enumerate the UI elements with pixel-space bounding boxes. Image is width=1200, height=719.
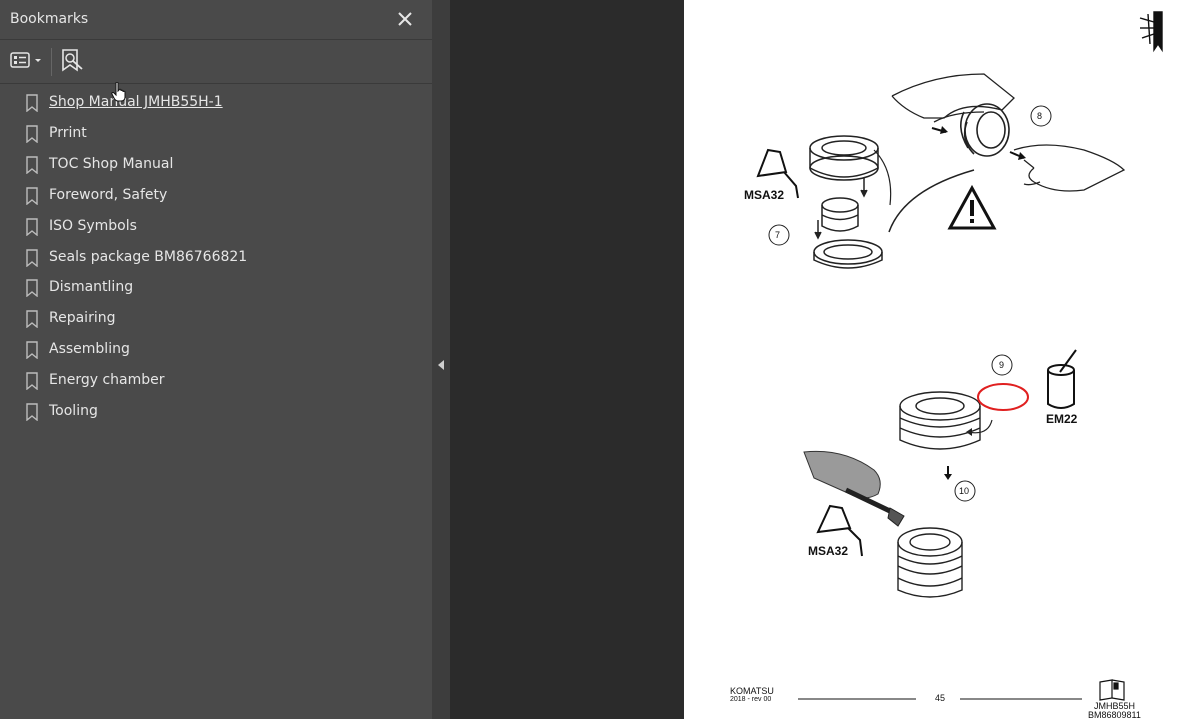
bookmark-item[interactable]: Tooling	[0, 397, 432, 427]
bookmark-label: Seals package BM86766821	[49, 249, 248, 265]
options-menu-button[interactable]	[8, 50, 46, 72]
bookmark-icon	[26, 403, 38, 421]
hands-illustration	[891, 73, 1126, 192]
bookmark-label: ISO Symbols	[49, 218, 137, 234]
bookmark-icon	[26, 218, 38, 236]
page-number: 45	[935, 693, 946, 703]
footer-brand: KOMATSU	[730, 686, 774, 696]
bookmark-label: Dismantling	[49, 279, 134, 295]
hand-cursor-icon	[111, 82, 126, 102]
cylinder-assembly	[897, 527, 963, 598]
manual-book-icon	[1099, 679, 1125, 701]
highlighted-o-ring	[977, 383, 1029, 411]
product-label: EM22	[1046, 412, 1078, 426]
toolbar-divider	[51, 48, 52, 76]
bookmark-label: Foreword, Safety	[49, 187, 168, 203]
warning-icon	[947, 184, 997, 230]
piston-assembly	[899, 391, 981, 450]
collapse-panel-icon[interactable]	[437, 359, 445, 371]
bookmark-item[interactable]: Dismantling	[0, 273, 432, 303]
chevron-down-icon	[35, 59, 41, 62]
product-label: MSA32	[744, 188, 785, 202]
bookmark-icon	[26, 279, 38, 297]
product-label: MSA32	[808, 544, 849, 558]
document-page: 8 7 9 10 MSA32 EM22 MSA32 KOMATSU 2018 -…	[684, 0, 1200, 719]
bookmark-item[interactable]: ISO Symbols	[0, 212, 432, 242]
bookmark-icon	[26, 372, 38, 390]
callout-number: 7	[775, 230, 781, 240]
callout-number: 10	[959, 486, 970, 496]
seal-ring-in-hand	[960, 103, 1010, 157]
bookmark-icon	[26, 125, 38, 143]
bookmark-label: TOC Shop Manual	[49, 156, 174, 172]
callout-number: 9	[999, 360, 1005, 370]
find-bookmark-icon	[62, 49, 83, 72]
bookmark-item[interactable]: Energy chamber	[0, 366, 432, 396]
bookmark-label: Prrint	[49, 125, 87, 141]
bookmark-label: Energy chamber	[49, 372, 165, 388]
bookmark-label: Assembling	[49, 341, 130, 357]
bookmark-item[interactable]: Foreword, Safety	[0, 181, 432, 211]
bookmark-item[interactable]: Seals package BM86766821	[0, 243, 432, 273]
breaker-logo-icon	[1139, 11, 1163, 53]
bookmark-item[interactable]: Shop Manual JMHB55H-1	[0, 88, 432, 118]
bookmarks-panel: Bookmarks Shop Manual JMHB55H-1 Prrint T…	[0, 0, 432, 719]
bookmark-label: Shop Manual JMHB55H-1	[49, 94, 223, 110]
find-bookmark-button[interactable]	[59, 48, 85, 74]
close-icon	[398, 12, 412, 26]
bookmark-label: Tooling	[49, 403, 98, 419]
panel-title: Bookmarks	[10, 11, 89, 27]
bookmark-icon	[26, 310, 38, 328]
footer-doc-code: BM86809811	[1088, 710, 1141, 719]
gloved-hand-brush-illustration	[803, 450, 905, 527]
bookmark-label: Repairing	[49, 310, 116, 326]
page-illustrations	[756, 11, 1163, 701]
footer-revision: 2018 - rev 00	[730, 696, 772, 703]
bookmark-item[interactable]: TOC Shop Manual	[0, 150, 432, 180]
seal-ring-stack	[809, 135, 883, 269]
bookmark-icon	[26, 341, 38, 359]
panel-header: Bookmarks	[0, 0, 432, 40]
callout-number: 8	[1037, 111, 1043, 121]
bookmark-item[interactable]: Assembling	[0, 335, 432, 365]
bookmark-icon	[26, 156, 38, 174]
bookmark-icon	[26, 249, 38, 267]
bookmark-item[interactable]: Prrint	[0, 119, 432, 149]
bookmark-item[interactable]: Repairing	[0, 304, 432, 334]
close-panel-button[interactable]	[394, 8, 416, 30]
bookmark-icon	[26, 187, 38, 205]
bookmark-icon	[26, 94, 38, 112]
list-options-icon	[10, 52, 41, 68]
grease-pot-icon	[1047, 349, 1077, 409]
